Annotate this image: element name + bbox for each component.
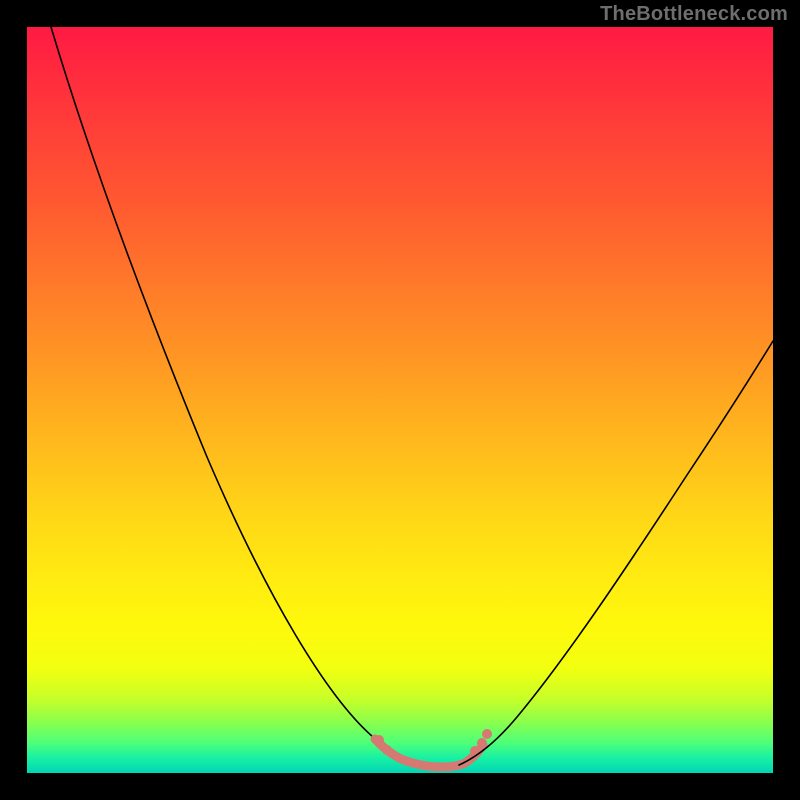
marker-dot-4 bbox=[477, 738, 487, 748]
chart-frame: TheBottleneck.com bbox=[0, 0, 800, 800]
chart-svg bbox=[27, 27, 773, 773]
curve-left-branch bbox=[51, 27, 409, 762]
marker-dot-2 bbox=[382, 745, 392, 755]
curve-right-branch bbox=[459, 341, 773, 765]
marker-dot-1 bbox=[374, 735, 384, 745]
plot-area bbox=[27, 27, 773, 773]
marker-dot-5 bbox=[482, 729, 492, 739]
bottom-highlight-segment bbox=[375, 739, 483, 767]
attribution-text: TheBottleneck.com bbox=[600, 3, 788, 26]
